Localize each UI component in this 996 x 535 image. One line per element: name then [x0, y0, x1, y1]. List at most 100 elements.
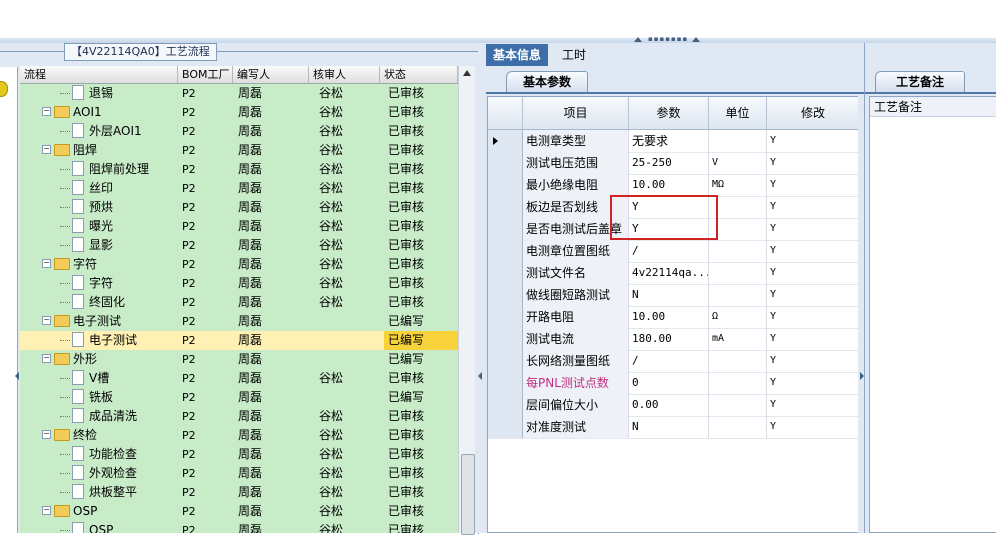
tree-row[interactable]: 电子测试 P2 周磊 已编写: [20, 331, 458, 350]
tab-work-hours[interactable]: 工时: [554, 44, 594, 66]
tree-row[interactable]: − 终检 P2 周磊 谷松 已审核: [20, 426, 458, 445]
tree-node[interactable]: − 外形: [42, 350, 97, 369]
tree-row[interactable]: − 字符 P2 周磊 谷松 已审核: [20, 255, 458, 274]
tree-node[interactable]: 电子测试: [60, 331, 137, 350]
params-col-item[interactable]: 项目: [523, 97, 629, 129]
row-indicator[interactable]: [488, 240, 523, 262]
param-value-cell[interactable]: N: [629, 416, 709, 438]
col-header-flow[interactable]: 流程: [20, 66, 178, 83]
tree-row[interactable]: 铣板 P2 周磊 已编写: [20, 388, 458, 407]
tree-node[interactable]: − 字符: [42, 255, 97, 274]
tree-node[interactable]: − OSP: [42, 502, 97, 521]
tree-row[interactable]: 退锡 P2 周磊 谷松 已审核: [20, 84, 458, 103]
col-header-bom[interactable]: BOM工厂: [178, 66, 233, 83]
tree-node[interactable]: − AOI1: [42, 103, 102, 122]
collapse-node-icon[interactable]: −: [42, 316, 51, 325]
scroll-thumb[interactable]: [461, 454, 475, 535]
tree-node[interactable]: 外观检查: [60, 464, 137, 483]
collapse-node-icon[interactable]: −: [42, 506, 51, 515]
row-indicator[interactable]: [488, 306, 523, 328]
col-header-writer[interactable]: 编写人: [233, 66, 309, 83]
tree-row[interactable]: 成品清洗 P2 周磊 谷松 已审核: [20, 407, 458, 426]
tree-node[interactable]: 功能检查: [60, 445, 137, 464]
collapse-node-icon[interactable]: −: [42, 430, 51, 439]
row-indicator[interactable]: [488, 394, 523, 416]
tree-row[interactable]: 丝印 P2 周磊 谷松 已审核: [20, 179, 458, 198]
tree-node[interactable]: 退锡: [60, 84, 113, 103]
splitter-grip-icon[interactable]: ▪▪▪▪▪▪▪: [648, 36, 688, 43]
vertical-splitter[interactable]: [478, 43, 486, 533]
tree-row[interactable]: 外观检查 P2 周磊 谷松 已审核: [20, 464, 458, 483]
tree-node[interactable]: 烘板整平: [60, 483, 137, 502]
tree-node[interactable]: 终固化: [60, 293, 125, 312]
row-indicator[interactable]: [488, 284, 523, 306]
tree-row[interactable]: − AOI1 P2 周磊 谷松 已审核: [20, 103, 458, 122]
tree-scrollbar[interactable]: [458, 66, 475, 535]
row-indicator[interactable]: [488, 262, 523, 284]
row-indicator[interactable]: [488, 350, 523, 372]
tree-row[interactable]: V槽 P2 周磊 谷松 已审核: [20, 369, 458, 388]
row-indicator[interactable]: [488, 328, 523, 350]
row-indicator[interactable]: [488, 372, 523, 394]
row-indicator[interactable]: [488, 196, 523, 218]
collapse-node-icon[interactable]: −: [42, 145, 51, 154]
tree-node[interactable]: 曝光: [60, 217, 113, 236]
param-value-cell[interactable]: /: [629, 350, 709, 372]
collapse-up-icon[interactable]: [634, 37, 642, 42]
tree-node[interactable]: 丝印: [60, 179, 113, 198]
tab-basic-info[interactable]: 基本信息: [486, 44, 548, 66]
tree-node[interactable]: 阻焊前处理: [60, 160, 149, 179]
row-indicator[interactable]: [488, 174, 523, 196]
subtab-basic-params[interactable]: 基本参数: [506, 71, 588, 93]
tree-row[interactable]: 字符 P2 周磊 谷松 已审核: [20, 274, 458, 293]
param-value-cell[interactable]: 25-250: [629, 152, 709, 174]
param-row[interactable]: 电测章类型 无要求 Y: [488, 130, 860, 153]
tree-node[interactable]: 铣板: [60, 388, 113, 407]
param-value-cell[interactable]: 0: [629, 372, 709, 394]
collapse-left-icon-2[interactable]: [478, 372, 482, 380]
tree-node[interactable]: − 终检: [42, 426, 97, 445]
param-value-cell[interactable]: 4v22114qa...: [629, 262, 709, 284]
tree-node[interactable]: V槽: [60, 369, 109, 388]
tree-row[interactable]: 显影 P2 周磊 谷松 已审核: [20, 236, 458, 255]
tree-node[interactable]: − 阻焊: [42, 141, 97, 160]
param-row[interactable]: 电测章位置图纸 / Y: [488, 240, 860, 263]
tree-row[interactable]: 预烘 P2 周磊 谷松 已审核: [20, 198, 458, 217]
row-indicator[interactable]: [488, 416, 523, 438]
collapse-node-icon[interactable]: −: [42, 107, 51, 116]
tree-row[interactable]: 外层AOI1 P2 周磊 谷松 已审核: [20, 122, 458, 141]
collapse-node-icon[interactable]: −: [42, 354, 51, 363]
params-col-param[interactable]: 参数: [629, 97, 709, 129]
param-value-cell[interactable]: 180.00: [629, 328, 709, 350]
collapse-left-icon[interactable]: [15, 372, 19, 380]
tree-row[interactable]: 阻焊前处理 P2 周磊 谷松 已审核: [20, 160, 458, 179]
tree-row[interactable]: − 电子测试 P2 周磊 已编写: [20, 312, 458, 331]
remarks-body[interactable]: 工艺备注: [869, 96, 996, 533]
param-value-cell[interactable]: /: [629, 240, 709, 262]
col-header-auditor[interactable]: 核审人: [309, 66, 380, 83]
tree-node[interactable]: 字符: [60, 274, 113, 293]
tab-process-remarks[interactable]: 工艺备注: [875, 71, 965, 93]
tree-row[interactable]: 烘板整平 P2 周磊 谷松 已审核: [20, 483, 458, 502]
tree-node[interactable]: 外层AOI1: [60, 122, 142, 141]
tree-row[interactable]: 终固化 P2 周磊 谷松 已审核: [20, 293, 458, 312]
tree-row[interactable]: OSP P2 周磊 谷松 已审核: [20, 521, 458, 533]
param-value-cell[interactable]: 10.00: [629, 306, 709, 328]
param-row[interactable]: 层间偏位大小 0.00 Y: [488, 394, 860, 417]
tree-row[interactable]: − OSP P2 周磊 谷松 已审核: [20, 502, 458, 521]
param-row[interactable]: 开路电阻 10.00 Ω Y: [488, 306, 860, 329]
tree-node[interactable]: − 电子测试: [42, 312, 121, 331]
col-header-status[interactable]: 状态: [380, 66, 458, 83]
param-value-cell[interactable]: 10.00: [629, 174, 709, 196]
row-indicator[interactable]: [488, 152, 523, 174]
params-col-unit[interactable]: 单位: [709, 97, 767, 129]
row-indicator[interactable]: [488, 218, 523, 240]
param-row[interactable]: 长网络测量图纸 / Y: [488, 350, 860, 373]
tree-row[interactable]: 曝光 P2 周磊 谷松 已审核: [20, 217, 458, 236]
param-row[interactable]: 测试电压范围 25-250 V Y: [488, 152, 860, 175]
param-row[interactable]: 最小绝缘电阻 10.00 MΩ Y: [488, 174, 860, 197]
tree-node[interactable]: 成品清洗: [60, 407, 137, 426]
param-value-cell[interactable]: 0.00: [629, 394, 709, 416]
tree-node[interactable]: 显影: [60, 236, 113, 255]
collapse-up-icon-right[interactable]: [692, 37, 700, 42]
